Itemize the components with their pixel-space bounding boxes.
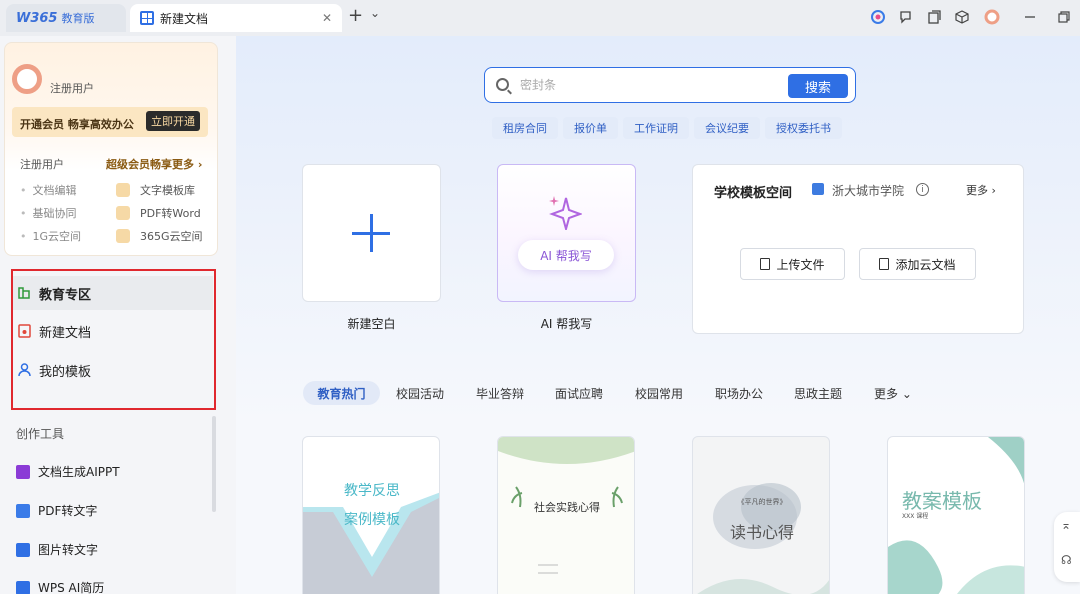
sparkle-icon [549, 196, 582, 230]
avatar-icon[interactable] [984, 9, 1000, 25]
sidebar-scrollbar[interactable] [212, 416, 216, 512]
search-button[interactable]: 搜索 [788, 74, 848, 98]
search-suggestion-chip[interactable]: 授权委托书 [765, 117, 842, 139]
school-name: 浙大城市学院 [832, 184, 905, 198]
tools-section-title: 创作工具 [16, 427, 65, 441]
back-to-top-icon[interactable]: ⌅ [1061, 518, 1071, 532]
chat-icon[interactable] [898, 9, 914, 25]
category-tab[interactable]: 校园活动 [396, 381, 444, 405]
highlight-box [11, 269, 216, 410]
vip-feature-item: PDF转Word [116, 205, 201, 221]
category-tab[interactable]: 毕业答辩 [476, 381, 524, 405]
tool-aippt[interactable]: 文档生成AIPPT [16, 463, 120, 480]
ai-write-card[interactable] [497, 164, 636, 302]
file-icon [760, 258, 771, 270]
tab-new-document[interactable]: 新建文档 ✕ [130, 4, 342, 32]
aippt-icon [16, 464, 30, 479]
search-suggestion-chip[interactable]: 工作证明 [623, 117, 689, 139]
cloud-space-icon [116, 229, 130, 243]
support-icon[interactable]: ☊ [1061, 553, 1072, 567]
pdf-convert-icon [116, 206, 130, 220]
template-title-line: 案例模板 [344, 512, 400, 528]
tool-pdf-to-text[interactable]: PDF转文字 [16, 502, 97, 519]
user-avatar[interactable] [12, 64, 42, 94]
template-thumbnail [697, 483, 829, 594]
category-more[interactable]: 更多 ⌄ [874, 381, 912, 405]
upload-file-button[interactable]: 上传文件 [740, 248, 845, 280]
school-badge-icon [812, 183, 824, 195]
restore-icon[interactable] [1056, 9, 1072, 25]
free-feature-item: 1G云空间 [20, 228, 82, 244]
template-title: 读书心得 [729, 523, 794, 542]
info-icon[interactable]: i [916, 183, 929, 196]
vip-feature-label: 文字模板库 [140, 184, 195, 197]
compare-free-title: 注册用户 [20, 158, 64, 171]
edition-label: 教育版 [61, 12, 95, 25]
document-grid-icon [140, 11, 154, 25]
tab-home[interactable]: W365 教育版 [6, 4, 126, 32]
pdf-text-icon [16, 503, 30, 518]
ai-write-pill[interactable]: AI 帮我写 [518, 240, 614, 270]
free-feature-item: 文档编辑 [20, 182, 77, 198]
vip-feature-item: 365G云空间 [116, 228, 203, 244]
template-thumbnail [498, 437, 634, 574]
new-blank-caption: 新建空白 [347, 317, 396, 331]
windows-icon[interactable] [926, 9, 942, 25]
template-subtitle: XXX 课程 [902, 513, 929, 520]
template-subtitle: 《平凡的世界》 [737, 498, 787, 506]
search-suggestion-chip[interactable]: 报价单 [563, 117, 618, 139]
category-tab[interactable]: 面试应聘 [555, 381, 603, 405]
vip-feature-label: 365G云空间 [140, 230, 203, 243]
category-tab[interactable]: 校园常用 [635, 381, 683, 405]
button-label: 添加云文档 [895, 257, 956, 272]
username-label: 注册用户 [50, 82, 94, 95]
template-card[interactable]: 社会实践心得 [497, 436, 635, 594]
color-wheel-icon[interactable] [870, 9, 886, 25]
add-cloud-doc-button[interactable]: 添加云文档 [859, 248, 976, 280]
plus-icon [352, 232, 390, 235]
template-title-line: 教学反思 [344, 483, 400, 499]
template-card[interactable]: 教案模板 XXX 课程 [887, 436, 1025, 594]
vip-feature-label: PDF转Word [140, 207, 201, 220]
search-icon [496, 78, 509, 91]
cloud-doc-icon [879, 258, 890, 270]
template-title: 社会实践心得 [534, 501, 600, 514]
category-tab[interactable]: 思政主题 [794, 381, 842, 405]
vip-open-button[interactable]: 立即开通 [146, 111, 200, 131]
tab-label: 新建文档 [160, 11, 209, 26]
category-tab[interactable]: 职场办公 [715, 381, 763, 405]
app-logo: W365 [16, 10, 58, 26]
vip-feature-item: 文字模板库 [116, 182, 195, 198]
tool-label: 文档生成AIPPT [38, 465, 120, 479]
vip-banner-text: 开通会员 畅享高效办公 [20, 118, 134, 131]
new-tab-button[interactable]: + [348, 5, 363, 26]
template-title: 教案模板 [902, 489, 982, 513]
search-input[interactable] [520, 72, 780, 98]
ai-write-caption: AI 帮我写 [540, 317, 593, 331]
search-suggestion-chip[interactable]: 租房合同 [492, 117, 558, 139]
tool-ai-resume[interactable]: WPS AI简历 [16, 579, 104, 594]
school-more-link[interactable]: 更多 › [966, 182, 996, 198]
category-tab-hot[interactable]: 教育热门 [303, 381, 380, 405]
minimize-icon[interactable] [1022, 9, 1038, 25]
tool-label: PDF转文字 [38, 504, 98, 518]
search-suggestion-chip[interactable]: 会议纪要 [694, 117, 760, 139]
school-space-title: 学校模板空间 [714, 186, 793, 201]
tab-dropdown-icon[interactable]: ⌄ [370, 6, 380, 20]
button-label: 上传文件 [776, 257, 825, 272]
free-feature-item: 基础协同 [20, 205, 77, 221]
close-tab-icon[interactable]: ✕ [322, 11, 332, 25]
template-card[interactable]: 教学反思 案例模板 [302, 436, 440, 594]
image-text-icon [16, 542, 30, 557]
compare-vip-title[interactable]: 超级会员畅享更多 › [106, 156, 202, 172]
tool-image-to-text[interactable]: 图片转文字 [16, 541, 98, 558]
cube-icon[interactable] [954, 9, 970, 25]
tool-label: WPS AI简历 [38, 581, 105, 594]
template-card[interactable]: 《平凡的世界》 读书心得 [692, 436, 830, 594]
resume-icon [16, 580, 30, 594]
tool-label: 图片转文字 [38, 543, 99, 557]
template-library-icon [116, 183, 130, 197]
